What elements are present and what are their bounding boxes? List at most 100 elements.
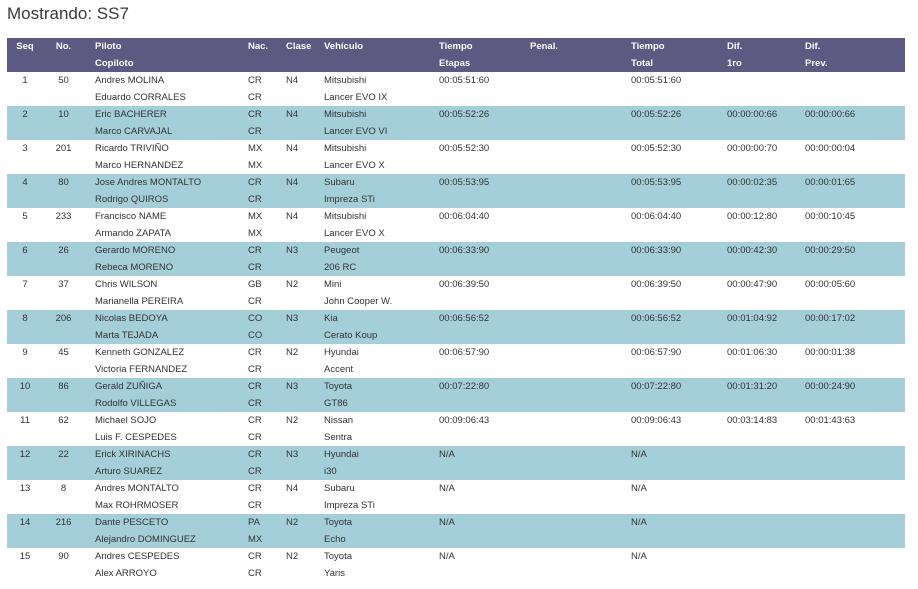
cell-no: 233	[55, 211, 72, 222]
cell-vehiculo-modelo: 206 RC	[324, 262, 357, 273]
cell-vehiculo-modelo: i30	[324, 466, 337, 477]
cell-tiempo-etapas: 00:07:22:80	[439, 381, 490, 392]
cell-nac-piloto: GB	[248, 279, 262, 290]
cell-seq: 3	[22, 143, 28, 154]
cell-no: 8	[60, 483, 67, 494]
cell-piloto: Jose Andres MONTALTO	[95, 177, 202, 188]
cell-nac-copiloto: CR	[248, 398, 262, 409]
cell-nac-copiloto: CR	[248, 194, 262, 205]
cell-nac-piloto: CO	[248, 313, 263, 324]
cell-nac-copiloto: CO	[248, 330, 263, 341]
table-row-sub: Marianella PEREIRA CR John Cooper W.	[7, 293, 905, 310]
cell-dif-prev	[805, 72, 905, 89]
cell-seq: 2	[22, 109, 28, 120]
page-title: Mostrando: SS7	[7, 4, 129, 23]
table-row: 1 50 Andres MOLINA CR N4 Mitsubishi 00:05:51:6…	[7, 72, 905, 89]
cell-penal	[530, 140, 631, 157]
cell-dif-prev: 00:00:00:66	[805, 109, 856, 120]
cell-dif-1ro	[727, 446, 805, 463]
header-tiempo[interactable]: Tiempo	[439, 38, 530, 55]
cell-nac-piloto: CR	[248, 347, 262, 358]
cell-dif-1ro: 00:00:47:90	[727, 279, 778, 290]
header-penal[interactable]: Penal.	[530, 38, 631, 55]
cell-piloto: Andres MONTALTO	[95, 483, 179, 494]
header-dif-prev[interactable]: Dif.	[805, 38, 905, 55]
cell-dif-1ro	[727, 514, 805, 531]
cell-dif-1ro: 00:00:00:70	[727, 143, 778, 154]
header-1ro: 1ro	[727, 58, 742, 69]
cell-piloto: Nicolas BEDOYA	[95, 313, 168, 324]
table-row-sub: Marta TEJADA CO Cerato Koup	[7, 327, 905, 344]
cell-copiloto: Marianella PEREIRA	[95, 296, 184, 307]
cell-dif-prev	[805, 446, 905, 463]
cell-tiempo-etapas: 00:06:57:90	[439, 347, 490, 358]
cell-no: 50	[58, 75, 69, 86]
cell-seq: 9	[22, 347, 28, 358]
results-table: Seq No. Piloto Nac. Clase Vehículo Tiemp…	[7, 38, 905, 582]
header-seq[interactable]: Seq	[7, 38, 43, 55]
cell-dif-prev: 00:00:01:65	[805, 177, 856, 188]
header-copiloto[interactable]: Copiloto	[95, 55, 248, 72]
cell-nac-piloto: CR	[248, 109, 262, 120]
cell-dif-prev: 00:01:43:63	[805, 415, 856, 426]
cell-nac-piloto: CR	[248, 177, 262, 188]
cell-vehiculo-modelo: Lancer EVO VI	[324, 126, 388, 137]
cell-nac-copiloto: CR	[248, 466, 262, 477]
cell-copiloto: Alejandro DOMINGUEZ	[95, 534, 196, 545]
header-dif-1ro[interactable]: Dif.	[727, 38, 805, 55]
cell-penal	[530, 412, 631, 429]
header-vehiculo[interactable]: Vehículo	[324, 38, 439, 55]
cell-seq: 8	[22, 313, 28, 324]
header-no[interactable]: No.	[43, 38, 84, 55]
cell-vehiculo-marca: Toyota	[324, 551, 352, 562]
header-piloto[interactable]: Piloto	[95, 38, 248, 55]
cell-nac-copiloto: CR	[248, 92, 262, 103]
cell-dif-1ro	[727, 72, 805, 89]
cell-no: 86	[58, 381, 69, 392]
cell-penal	[530, 446, 631, 463]
cell-copiloto: Marco HERNANDEZ	[95, 160, 184, 171]
cell-nac-copiloto: CR	[248, 432, 262, 443]
table-row-sub: Armando ZAPATA MX Lancer EVO X	[7, 225, 905, 242]
cell-vehiculo-modelo: Cerato Koup	[324, 330, 378, 341]
table-row: 8 206 Nicolas BEDOYA CO N3 Kia 00:06:56:52 00:0…	[7, 310, 905, 327]
table-row-sub: Victoria FERNANDEZ CR Accent	[7, 361, 905, 378]
cell-copiloto: Marco CARVAJAL	[95, 126, 173, 137]
cell-dif-prev: 00:00:29:50	[805, 245, 856, 256]
cell-copiloto: Armando ZAPATA	[95, 228, 172, 239]
table-row: 15 90 Andres CESPEDES CR N2 Toyota N/A N/A	[7, 548, 905, 565]
cell-tiempo-total: 00:05:53:95	[631, 177, 682, 188]
header-clase[interactable]: Clase	[286, 38, 324, 55]
cell-tiempo-total: 00:06:33:90	[631, 245, 682, 256]
cell-nac-piloto: CR	[248, 75, 262, 86]
table-row-sub: Eduardo CORRALES CR Lancer EVO IX	[7, 89, 905, 106]
cell-penal	[530, 310, 631, 327]
cell-copiloto: Rebeca MORENO	[95, 262, 174, 273]
cell-penal	[530, 208, 631, 225]
cell-vehiculo-modelo: Impreza STi	[324, 194, 375, 205]
cell-no: 10	[58, 109, 69, 120]
table-row: 11 62 Michael SOJO CR N2 Nissan 00:09:06:43 00:…	[7, 412, 905, 429]
cell-vehiculo-modelo: Lancer EVO X	[324, 228, 385, 239]
cell-copiloto: Luis F. CESPEDES	[95, 432, 177, 443]
cell-clase: N2	[286, 347, 299, 358]
header-row-1: Seq No. Piloto Nac. Clase Vehículo Tiemp…	[7, 38, 905, 55]
cell-piloto: Andres MOLINA	[95, 75, 165, 86]
cell-vehiculo-modelo: Yaris	[324, 568, 345, 579]
cell-tiempo-etapas: 00:06:56:52	[439, 313, 490, 324]
cell-tiempo-etapas: 00:05:52:26	[439, 109, 490, 120]
cell-penal	[530, 174, 631, 191]
cell-nac-piloto: MX	[248, 211, 263, 222]
header-nac[interactable]: Nac.	[248, 38, 286, 55]
cell-vehiculo-modelo: Lancer EVO IX	[324, 92, 388, 103]
cell-no: 26	[58, 245, 69, 256]
header-tiempo-total[interactable]: Tiempo	[631, 38, 727, 55]
cell-tiempo-total: N/A	[631, 449, 647, 460]
cell-dif-1ro	[727, 480, 805, 497]
cell-tiempo-total: 00:07:22:80	[631, 381, 682, 392]
cell-nac-copiloto: CR	[248, 262, 262, 273]
table-row-sub: Marco HERNANDEZ MX Lancer EVO X	[7, 157, 905, 174]
cell-piloto: Francisco NAME	[95, 211, 167, 222]
cell-piloto: Ricardo TRIVIÑO	[95, 143, 169, 154]
cell-vehiculo-marca: Mini	[324, 279, 342, 290]
